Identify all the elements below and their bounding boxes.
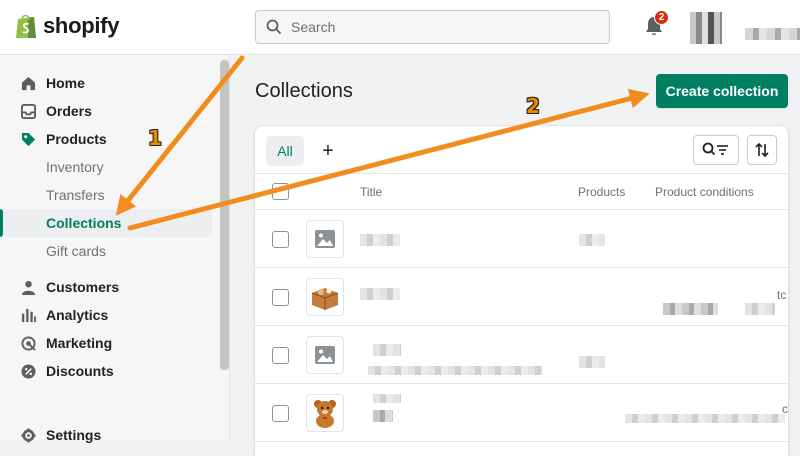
search-filter-button[interactable] [693,135,739,165]
collections-card: All + Title Products Product conditions [255,126,788,456]
search-placeholder: Search [291,19,336,35]
table-row[interactable] [255,210,788,268]
tag-icon [20,131,36,147]
table-row[interactable]: c [255,384,788,442]
store-name-blurred[interactable] [745,28,800,40]
discount-icon [20,363,36,379]
logo-text: shopify [43,13,120,38]
collection-title-blurred [373,344,401,356]
create-collection-button[interactable]: Create collection [656,74,788,108]
sidebar-item-label: Products [46,131,107,147]
avatar[interactable] [690,12,722,44]
sidebar-item-discounts[interactable]: Discounts [0,357,212,385]
sidebar-item-transfers[interactable]: Transfers [0,181,212,209]
sort-button[interactable] [747,135,777,165]
step-number-1: 1 [148,126,162,150]
sidebar-item-label: Settings [46,427,102,443]
sidebar-item-label: Collections [46,215,122,231]
collection-title-blurred [360,234,400,246]
sidebar-item-gift-cards[interactable]: Gift cards [0,237,212,265]
box-product-icon [306,278,344,316]
sidebar-item-label: Home [46,75,85,91]
sidebar-item-collections[interactable]: Collections [0,209,212,237]
sidebar-item-label: Inventory [46,159,104,175]
column-header-title: Title [360,185,383,199]
sidebar-item-label: Marketing [46,335,113,351]
collection-title-blurred [360,288,400,300]
sidebar-spacer [0,385,212,421]
product-count-blurred [579,234,605,246]
condition-blurred [663,303,718,315]
sidebar-item-label: Orders [46,103,92,119]
column-header-products: Products [578,185,626,199]
collection-title-blurred [373,410,393,422]
sidebar-item-orders[interactable]: Orders [0,97,212,125]
placeholder-image-icon [306,336,344,374]
select-all-checkbox[interactable] [272,183,289,200]
search-filter-icon [702,142,728,156]
gear-icon [20,427,36,443]
truncated-condition-text: c [782,402,788,416]
sidebar-nav: Home Orders Products Inventory Transfers… [0,69,212,449]
teddy-bear-product-icon [306,394,344,432]
condition-blurred [745,303,775,315]
orders-icon [20,103,36,119]
table-row[interactable]: tc [255,268,788,326]
table-row[interactable] [255,326,788,384]
table-header: Title Products Product conditions [255,174,788,210]
shopify-logo[interactable]: shopify [14,12,119,40]
step-number-2: 2 [526,94,540,118]
bar-chart-icon [20,307,36,323]
sidebar-item-customers[interactable]: Customers [0,273,212,301]
sidebar-item-settings[interactable]: Settings [0,421,212,449]
product-count-blurred [579,356,605,368]
sidebar: Home Orders Products Inventory Transfers… [0,55,230,443]
sidebar-item-label: Analytics [46,307,109,323]
notification-badge: 2 [654,10,669,25]
sidebar-item-analytics[interactable]: Analytics [0,301,212,329]
row-checkbox[interactable] [272,405,289,422]
sidebar-item-inventory[interactable]: Inventory [0,153,212,181]
row-checkbox[interactable] [272,231,289,248]
shopify-bag-icon [16,14,36,38]
collection-subtitle-blurred [368,366,543,375]
placeholder-image-icon [306,220,344,258]
row-checkbox[interactable] [272,347,289,364]
tab-bar: All + [255,126,788,174]
sidebar-scrollbar[interactable] [220,60,229,370]
tab-all[interactable]: All [266,136,304,166]
sidebar-item-label: Transfers [46,187,105,203]
target-icon [20,335,36,351]
condition-blurred [625,414,785,423]
add-view-button[interactable]: + [315,138,341,164]
sidebar-item-products[interactable]: Products [0,125,212,153]
collection-title-blurred [373,394,401,403]
sidebar-item-label: Gift cards [46,243,106,259]
sidebar-spacer [0,265,212,273]
sidebar-item-home[interactable]: Home [0,69,212,97]
page-title: Collections [255,80,353,102]
column-header-product-conditions: Product conditions [655,185,754,199]
person-icon [20,279,36,295]
home-icon [20,75,36,91]
truncated-condition-text: tc [777,288,787,302]
search-icon [266,19,282,35]
top-bar: shopify Search 2 [0,0,800,55]
row-checkbox[interactable] [272,289,289,306]
search-input[interactable]: Search [255,10,610,44]
sidebar-item-label: Discounts [46,363,114,379]
sidebar-item-marketing[interactable]: Marketing [0,329,212,357]
sidebar-item-label: Customers [46,279,120,295]
sort-icon [755,142,769,158]
